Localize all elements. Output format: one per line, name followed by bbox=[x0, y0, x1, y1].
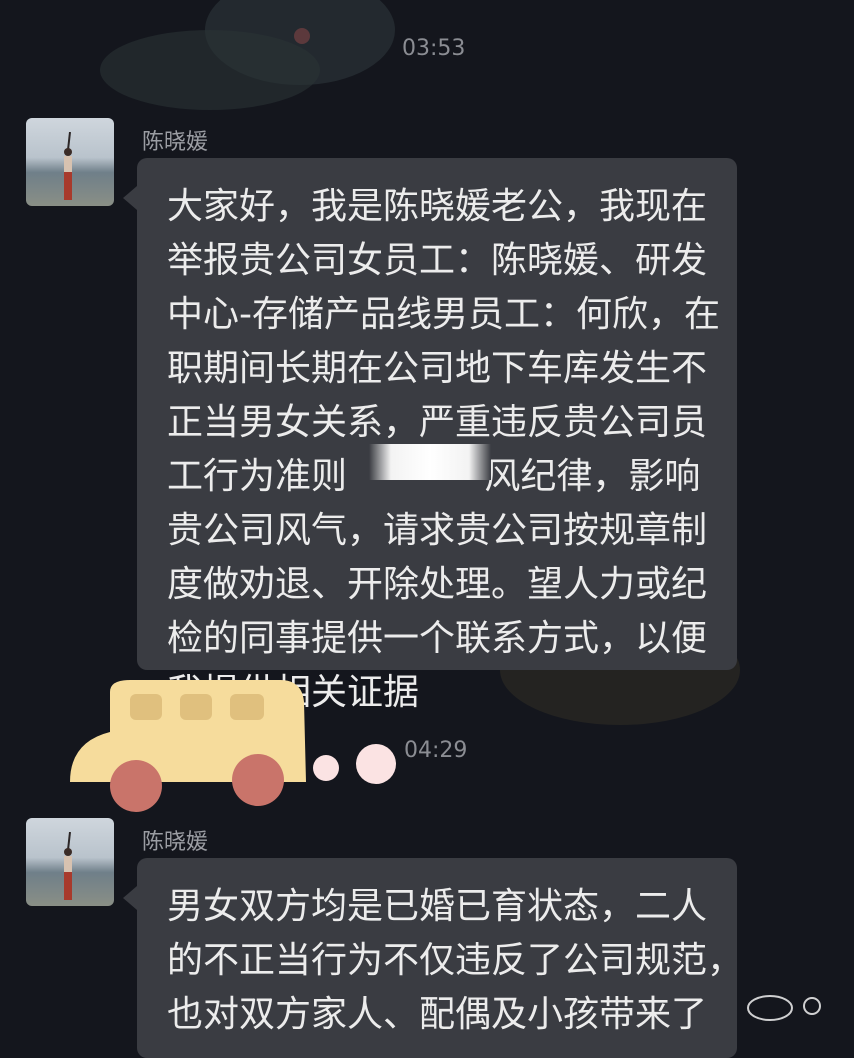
message-line: 职期间长期在公司地下车库发生不 bbox=[167, 348, 708, 389]
message-timestamp: 03:53 bbox=[402, 36, 466, 61]
avatar-photo-icon bbox=[64, 832, 72, 900]
message-line: 正当男女关系，严重违反贵公司员 bbox=[167, 402, 708, 443]
redaction-blur bbox=[369, 444, 491, 480]
message-line: 男女双方均是已婚已育状态，二人 bbox=[167, 886, 708, 927]
sender-avatar[interactable] bbox=[26, 118, 114, 206]
message-line: 中心-存储产品线男员工：何欣，在 bbox=[167, 294, 720, 335]
message-line: 度做劝退、开除处理。望人力或纪 bbox=[167, 564, 708, 605]
sender-avatar[interactable] bbox=[26, 818, 114, 906]
message-line: 贵公司风气，请求贵公司按规章制 bbox=[167, 510, 708, 551]
avatar-photo-icon bbox=[64, 132, 72, 200]
watermark-logo-icon bbox=[747, 995, 821, 1021]
message-timestamp: 04:29 bbox=[404, 738, 468, 763]
bus-sticker-icon bbox=[70, 680, 396, 812]
message-bubble[interactable]: 大家好，我是陈晓媛老公，我现在 举报贵公司女员工：陈晓媛、研发 中心-存储产品线… bbox=[123, 158, 737, 713]
message-line: 的不正当行为不仅违反了公司规范， bbox=[167, 940, 744, 981]
message-line: 也对双方家人、配偶及小孩带来了 bbox=[167, 994, 708, 1035]
message-line: 大家好，我是陈晓媛老公，我现在 bbox=[167, 186, 708, 227]
message-line: 检的同事提供一个联系方式，以便 bbox=[167, 618, 708, 659]
sender-name: 陈晓媛 bbox=[142, 830, 209, 855]
message-line: 举报贵公司女员工：陈晓媛、研发 bbox=[167, 240, 708, 281]
background-sticker-top bbox=[100, 0, 395, 110]
message-bubble[interactable]: 男女双方均是已婚已育状态，二人 的不正当行为不仅违反了公司规范， 也对双方家人、… bbox=[123, 858, 744, 1058]
sender-name: 陈晓媛 bbox=[142, 130, 209, 155]
